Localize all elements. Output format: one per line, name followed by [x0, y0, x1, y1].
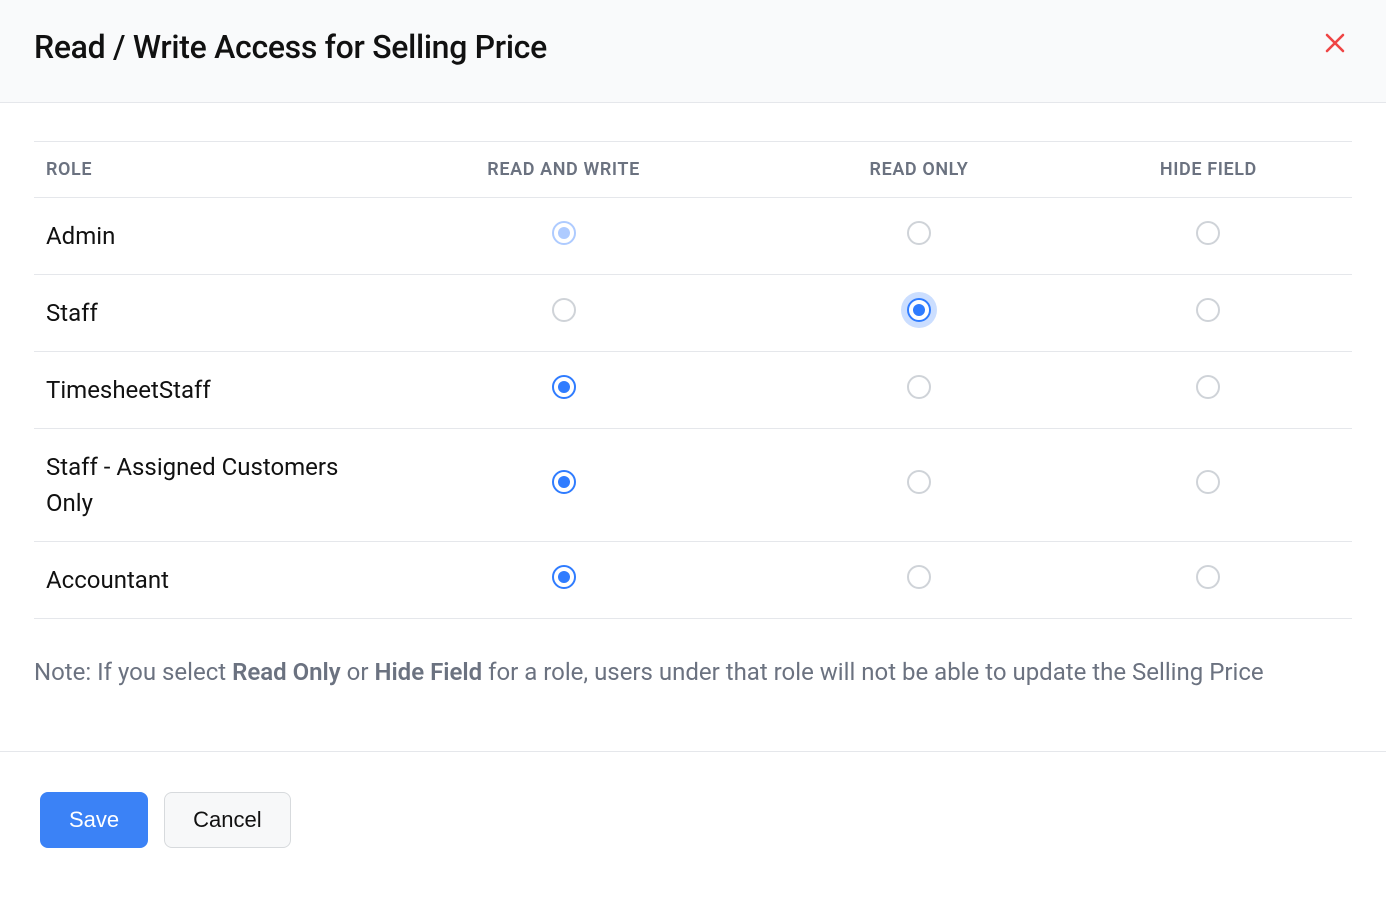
save-button[interactable]: Save	[40, 792, 148, 848]
note-text: Note: If you select Read Only or Hide Fi…	[34, 653, 1352, 691]
radio-hide_field[interactable]	[1196, 375, 1220, 399]
radio-read_write[interactable]	[552, 375, 576, 399]
radio-read_write[interactable]	[552, 470, 576, 494]
radio-read_write[interactable]	[552, 298, 576, 322]
radio-hide_field[interactable]	[1196, 221, 1220, 245]
table-row: Staff - Assigned Customers Only	[34, 429, 1352, 542]
radio-hide_field[interactable]	[1196, 298, 1220, 322]
table-row: Admin	[34, 198, 1352, 275]
col-read-only: READ ONLY	[773, 142, 1065, 198]
role-name: TimesheetStaff	[34, 352, 354, 429]
radio-read_only[interactable]	[907, 375, 931, 399]
col-read-write: READ AND WRITE	[354, 142, 773, 198]
modal-header: Read / Write Access for Selling Price	[0, 0, 1386, 103]
table-row: Accountant	[34, 542, 1352, 619]
close-icon[interactable]	[1318, 32, 1352, 58]
radio-read_only[interactable]	[907, 298, 931, 322]
modal-footer: Save Cancel	[0, 751, 1386, 908]
permissions-table: ROLE READ AND WRITE READ ONLY HIDE FIELD…	[34, 141, 1352, 619]
table-row: Staff	[34, 275, 1352, 352]
col-role: ROLE	[34, 142, 354, 198]
cancel-button[interactable]: Cancel	[164, 792, 290, 848]
radio-read_only[interactable]	[907, 221, 931, 245]
role-name: Staff - Assigned Customers Only	[34, 429, 354, 542]
radio-read_only[interactable]	[907, 470, 931, 494]
radio-read_write[interactable]	[552, 565, 576, 589]
role-name: Admin	[34, 198, 354, 275]
role-name: Staff	[34, 275, 354, 352]
col-hide-field: HIDE FIELD	[1065, 142, 1352, 198]
radio-hide_field[interactable]	[1196, 470, 1220, 494]
modal-title: Read / Write Access for Selling Price	[34, 28, 547, 66]
role-name: Accountant	[34, 542, 354, 619]
radio-read_only[interactable]	[907, 565, 931, 589]
modal-body: ROLE READ AND WRITE READ ONLY HIDE FIELD…	[0, 141, 1386, 691]
table-row: TimesheetStaff	[34, 352, 1352, 429]
radio-read_write[interactable]	[552, 221, 576, 245]
radio-hide_field[interactable]	[1196, 565, 1220, 589]
